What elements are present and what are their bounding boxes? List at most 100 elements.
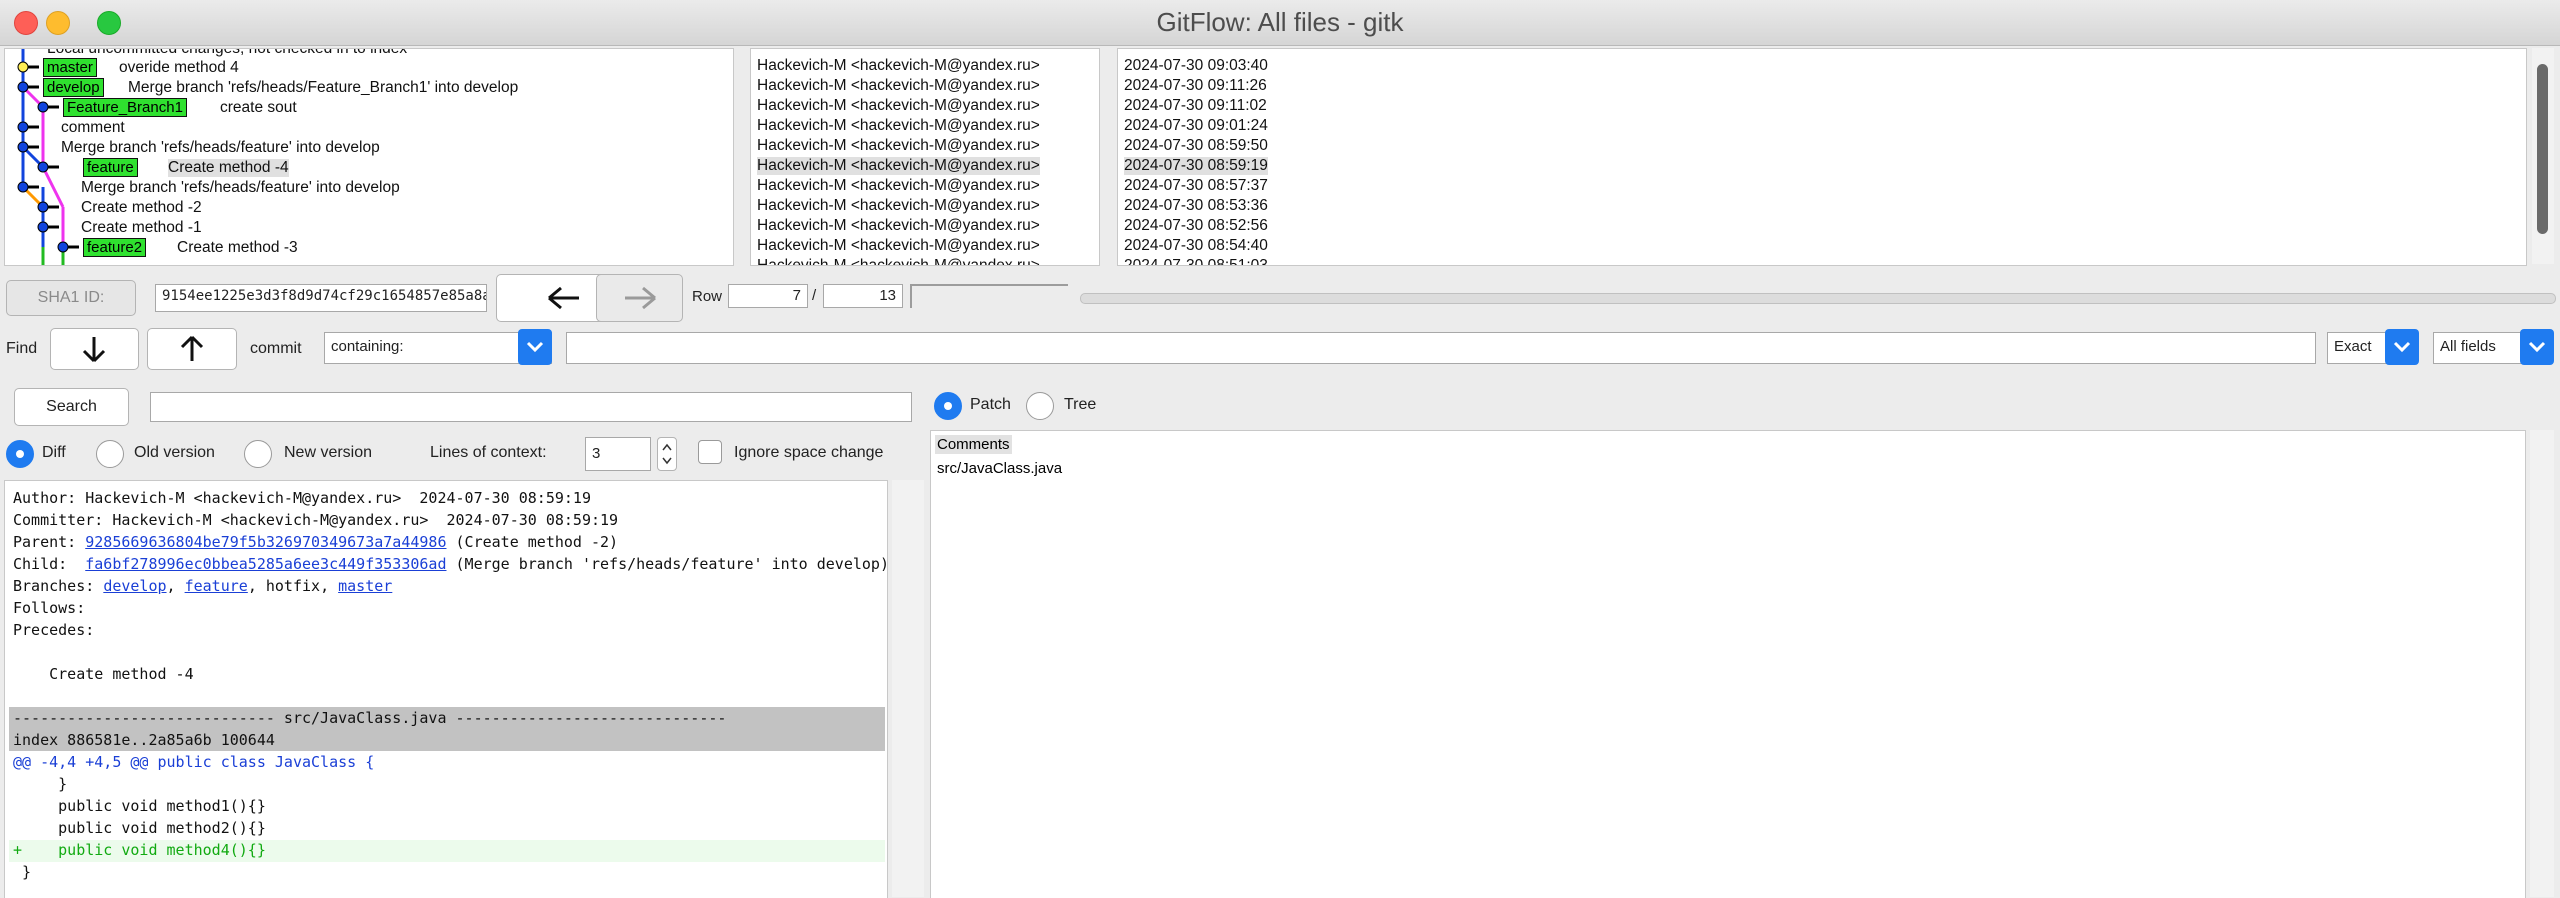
commit-node[interactable] — [17, 81, 29, 93]
commit-node[interactable] — [17, 61, 29, 73]
author-row[interactable]: Hackevich-M <hackevich-M@yandex.ru> — [757, 197, 1040, 215]
date-row[interactable]: 2024-07-30 08:59:19 — [1124, 157, 1268, 175]
context-spinbox[interactable]: 3 — [585, 437, 651, 471]
context-label: Lines of context: — [430, 444, 547, 461]
patch-radio[interactable] — [934, 392, 962, 420]
fields-select[interactable]: All fields — [2433, 332, 2523, 364]
commit-node[interactable] — [57, 241, 69, 253]
search-input[interactable] — [150, 392, 912, 422]
commit-row[interactable]: Create method -1 — [81, 219, 202, 237]
branches-line: Branches: develop, feature, hotfix, mast… — [13, 577, 393, 595]
commit-row[interactable]: Create method -3 — [177, 239, 298, 257]
author-row[interactable]: Hackevich-M <hackevich-M@yandex.ru> — [757, 257, 1040, 265]
ignore-space-checkbox[interactable] — [698, 440, 722, 464]
diff-pane[interactable]: Author: Hackevich-M <hackevich-M@yandex.… — [4, 480, 888, 898]
commit-node[interactable] — [17, 181, 29, 193]
author-pane[interactable]: Hackevich-M <hackevich-M@yandex.ru> Hacke… — [750, 48, 1100, 266]
commit-row[interactable]: create sout — [220, 99, 297, 117]
file-item[interactable]: src/JavaClass.java — [937, 460, 1062, 477]
sha1-field[interactable]: 9154ee1225e3d3f8d9d74cf29c1654857e85a8a — [155, 284, 487, 312]
branch-tag-develop[interactable]: develop — [43, 78, 104, 97]
author-row[interactable]: Hackevich-M <hackevich-M@yandex.ru> — [757, 157, 1040, 175]
fields-value: All fields — [2440, 338, 2496, 355]
old-version-radio[interactable] — [96, 440, 124, 468]
stepper-arrows-icon — [662, 443, 672, 465]
commit-row[interactable]: Merge branch 'refs/heads/feature' into d… — [81, 179, 400, 197]
commit-node[interactable] — [37, 201, 49, 213]
date-row[interactable]: 2024-07-30 08:51:03 — [1124, 257, 1268, 265]
file-list-pane[interactable]: Comments src/JavaClass.java — [930, 430, 2526, 898]
fields-dropdown[interactable] — [2520, 329, 2554, 365]
author-row[interactable]: Hackevich-M <hackevich-M@yandex.ru> — [757, 177, 1040, 195]
branch-link-feature[interactable]: feature — [185, 577, 248, 595]
date-row[interactable]: 2024-07-30 09:11:02 — [1124, 97, 1267, 115]
find-next-button[interactable] — [50, 328, 139, 370]
ignore-space-label: Ignore space change — [734, 444, 884, 461]
row-current-field: 7 — [728, 284, 808, 308]
find-mode-dropdown[interactable] — [518, 329, 552, 365]
diff-radio[interactable] — [6, 440, 34, 468]
date-row[interactable]: 2024-07-30 08:52:56 — [1124, 217, 1268, 235]
branch-tag-feature_branch1[interactable]: Feature_Branch1 — [63, 98, 187, 117]
author-row[interactable]: Hackevich-M <hackevich-M@yandex.ru> — [757, 117, 1040, 135]
file-list-scrollbar[interactable] — [2530, 430, 2554, 897]
chevron-down-icon — [2528, 341, 2546, 353]
find-prev-button[interactable] — [147, 328, 237, 370]
date-row[interactable]: 2024-07-30 08:57:37 — [1124, 177, 1268, 195]
diff-scrollbar[interactable] — [892, 480, 924, 897]
match-select[interactable]: Exact — [2327, 332, 2387, 364]
author-row[interactable]: Hackevich-M <hackevich-M@yandex.ru> — [757, 77, 1040, 95]
parent-sha-link[interactable]: 9285669636804be79f5b326970349673a7a44986 — [85, 533, 446, 551]
match-dropdown[interactable] — [2385, 329, 2419, 365]
commit-row[interactable]: Merge branch 'refs/heads/Feature_Branch1… — [128, 79, 518, 97]
branch-tag-feature[interactable]: feature — [83, 158, 138, 177]
date-row[interactable]: 2024-07-30 08:53:36 — [1124, 197, 1268, 215]
author-row[interactable]: Hackevich-M <hackevich-M@yandex.ru> — [757, 137, 1040, 155]
commit-graph-pane[interactable]: Local uncommitted changes, not checked i… — [4, 48, 734, 266]
commit-node[interactable] — [37, 221, 49, 233]
date-row[interactable]: 2024-07-30 08:59:50 — [1124, 137, 1268, 155]
sha1-id-button[interactable]: SHA1 ID: — [6, 280, 136, 316]
commit-node[interactable] — [37, 161, 49, 173]
branch-link-develop[interactable]: develop — [103, 577, 166, 595]
new-version-label: New version — [284, 444, 373, 461]
search-button[interactable]: Search — [14, 388, 129, 426]
date-row[interactable]: 2024-07-30 09:11:26 — [1124, 77, 1267, 95]
parent-line: Parent: 9285669636804be79f5b326970349673… — [13, 533, 618, 551]
author-row[interactable]: Hackevich-M <hackevich-M@yandex.ru> — [757, 97, 1040, 115]
date-row[interactable]: 2024-07-30 08:54:40 — [1124, 237, 1268, 255]
graph-partial-row[interactable]: Local uncommitted changes, not checked i… — [47, 49, 407, 58]
commit-node[interactable] — [37, 101, 49, 113]
commit-row[interactable]: Create method -2 — [81, 199, 202, 217]
forward-button[interactable] — [596, 274, 683, 322]
diff-context-line: public void method2(){} — [13, 819, 266, 837]
diff-added-line: + public void method4(){} — [13, 841, 266, 859]
scrollbar-thumb[interactable] — [2537, 64, 2548, 234]
commit-node[interactable] — [17, 121, 29, 133]
tree-radio[interactable] — [1026, 392, 1054, 420]
commit-row[interactable]: Merge branch 'refs/heads/feature' into d… — [61, 139, 380, 157]
author-row[interactable]: Hackevich-M <hackevich-M@yandex.ru> — [757, 57, 1040, 75]
branch-link-master[interactable]: master — [338, 577, 392, 595]
chevron-down-icon — [526, 341, 544, 353]
parent-label: Parent: — [13, 533, 86, 551]
author-row[interactable]: Hackevich-M <hackevich-M@yandex.ru> — [757, 217, 1040, 235]
commit-row[interactable]: overide method 4 — [119, 59, 239, 77]
date-row[interactable]: 2024-07-30 09:03:40 — [1124, 57, 1268, 75]
file-header: ----------------------------- src/JavaCl… — [13, 709, 727, 727]
find-text-input[interactable] — [566, 332, 2316, 364]
commit-node[interactable] — [17, 141, 29, 153]
precedes-line: Precedes: — [13, 621, 95, 639]
context-stepper[interactable] — [657, 437, 677, 471]
commit-row[interactable]: comment — [61, 119, 125, 137]
author-row[interactable]: Hackevich-M <hackevich-M@yandex.ru> — [757, 237, 1040, 255]
date-row[interactable]: 2024-07-30 09:01:24 — [1124, 117, 1268, 135]
child-sha-link[interactable]: fa6bf278996ec0bbea5285a6ee3c449f353306ad — [85, 555, 446, 573]
commit-list-scrollbar[interactable] — [2532, 48, 2554, 264]
branch-tag-feature2[interactable]: feature2 — [83, 238, 147, 257]
commit-row[interactable]: Create method -4 — [168, 159, 289, 177]
comments-item[interactable]: Comments — [935, 435, 1012, 454]
branch-tag-master[interactable]: master — [43, 58, 97, 77]
new-version-radio[interactable] — [244, 440, 272, 468]
date-pane[interactable]: 2024-07-30 09:03:40 2024-07-30 09:11:26 20… — [1117, 48, 2527, 266]
